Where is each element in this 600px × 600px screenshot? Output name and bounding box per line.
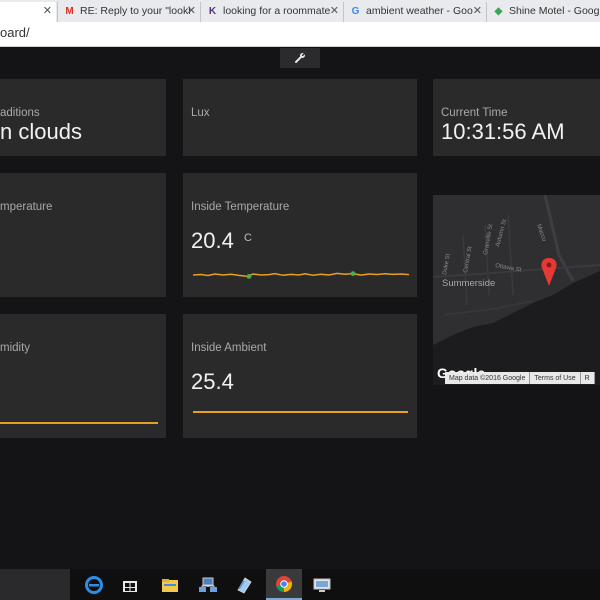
inside-temperature-sparkline xyxy=(193,271,409,279)
file-explorer-button[interactable] xyxy=(152,569,188,600)
google-maps-icon: ◆ xyxy=(494,6,503,17)
card-label: aditions xyxy=(0,107,40,119)
chrome-button[interactable] xyxy=(266,569,302,600)
network-icon xyxy=(199,577,217,592)
close-tab-icon[interactable]: ✕ xyxy=(187,4,196,17)
paint-button[interactable] xyxy=(226,569,262,600)
settings-button[interactable] xyxy=(280,48,320,68)
taskbar-search-area[interactable] xyxy=(0,569,70,600)
browser-tab-google-search[interactable]: G ambient weather - Goo ✕ xyxy=(343,2,486,22)
store-button[interactable] xyxy=(112,569,148,600)
inside-ambient-sparkline xyxy=(193,411,408,413)
inside-ambient-value: 25.4 xyxy=(191,369,234,394)
inside-temperature-value: 20.4 xyxy=(191,228,234,253)
tab-title: Shine Motel - Google M xyxy=(509,5,600,17)
map-canvas: Duke St Central St Granville St Autumn S… xyxy=(433,195,600,385)
humidity-card: midity xyxy=(0,314,166,438)
inside-temperature-card: Inside Temperature 20.4 C xyxy=(183,173,417,297)
url-text: oard/ xyxy=(0,25,30,40)
outside-temperature-card: mperature 3 xyxy=(0,173,166,297)
card-label: Lux xyxy=(191,107,210,119)
remote-desktop-button[interactable] xyxy=(304,569,340,600)
lux-card: Lux xyxy=(183,79,417,156)
browser-tab-bar: ✕ M RE: Reply to your "looki ✕ K looking… xyxy=(0,0,600,23)
card-label: Current Time xyxy=(441,107,508,119)
edge-icon xyxy=(85,575,103,594)
google-icon: G xyxy=(351,6,360,17)
current-time-value: 10:31:56 AM xyxy=(441,119,565,144)
card-label: mperature xyxy=(0,201,53,213)
tab-title: RE: Reply to your "looki xyxy=(80,5,191,17)
browser-tab-google-maps[interactable]: ◆ Shine Motel - Google M xyxy=(486,2,600,22)
report-link[interactable]: R xyxy=(581,372,595,384)
paint-icon xyxy=(237,576,252,594)
file-explorer-icon xyxy=(162,578,178,592)
store-icon xyxy=(123,580,137,592)
card-label: Inside Temperature xyxy=(191,201,290,213)
map-data-text: Map data ©2016 Google xyxy=(445,372,531,384)
location-map[interactable]: Duke St Central St Granville St Autumn S… xyxy=(433,195,600,385)
conditions-value: n clouds xyxy=(0,119,82,144)
close-tab-icon[interactable]: ✕ xyxy=(330,4,339,17)
network-button[interactable] xyxy=(190,569,226,600)
map-attribution: Map data ©2016 Google Terms of Use R xyxy=(445,372,595,384)
remote-desktop-icon xyxy=(313,578,331,592)
card-label: midity xyxy=(0,342,31,354)
tab-title: ambient weather - Goo xyxy=(366,5,473,17)
browser-tab-kijiji[interactable]: K looking for a roommate ✕ xyxy=(200,2,343,22)
sparkline-point xyxy=(246,274,252,279)
humidity-sparkline xyxy=(0,422,158,424)
inside-ambient-card: Inside Ambient 25.4 xyxy=(183,314,417,438)
close-tab-icon[interactable]: ✕ xyxy=(43,4,52,17)
conditions-card: aditions n clouds xyxy=(0,79,166,156)
edge-button[interactable] xyxy=(76,569,112,600)
kijiji-icon: K xyxy=(208,6,217,17)
taskbar xyxy=(0,569,600,600)
gmail-icon: M xyxy=(65,6,74,17)
chrome-icon xyxy=(276,575,293,592)
browser-tab-active[interactable]: ✕ xyxy=(0,2,56,22)
terms-of-use-link[interactable]: Terms of Use xyxy=(530,372,581,384)
browser-tab-gmail[interactable]: M RE: Reply to your "looki ✕ xyxy=(57,2,200,22)
wrench-icon xyxy=(295,53,305,63)
current-time-card: Current Time 10:31:56 AM xyxy=(433,79,600,156)
close-tab-icon[interactable]: ✕ xyxy=(473,4,482,17)
temperature-unit: C xyxy=(244,232,252,244)
card-label: Inside Ambient xyxy=(191,342,267,354)
address-bar[interactable]: oard/ xyxy=(0,22,600,47)
sparkline-path xyxy=(193,272,409,278)
tab-title: looking for a roommate xyxy=(223,5,331,17)
town-label: Summerside xyxy=(442,278,495,289)
sparkline-point xyxy=(350,271,356,276)
